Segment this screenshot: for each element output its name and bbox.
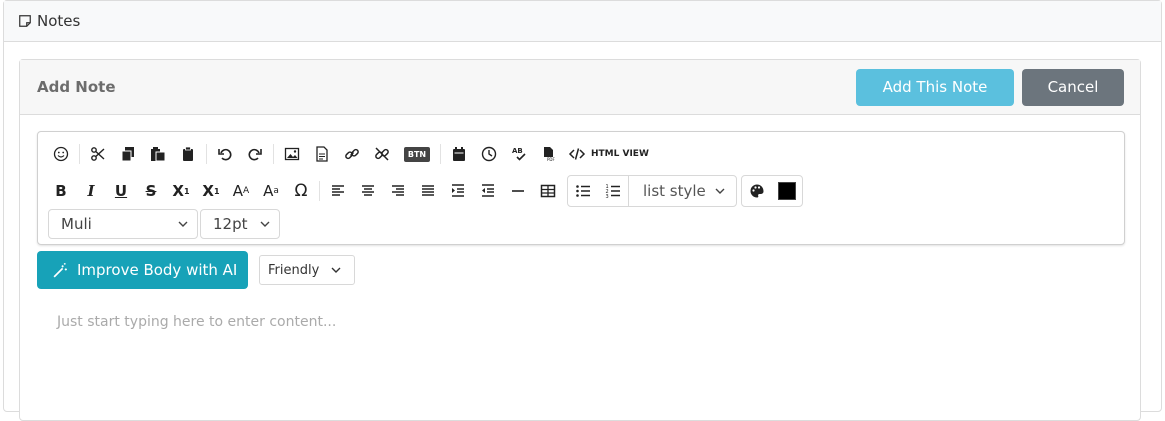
text-color-swatch[interactable] <box>777 182 796 200</box>
chevron-down-icon <box>260 221 270 227</box>
strikethrough-icon[interactable]: S <box>136 178 166 204</box>
color-group <box>740 175 803 207</box>
cancel-button[interactable]: Cancel <box>1022 68 1124 106</box>
image-icon[interactable] <box>277 141 307 167</box>
notes-panel: Notes Add Note Add This Note Cancel BTN … <box>3 0 1162 421</box>
add-note-header: Add Note Add This Note Cancel <box>20 60 1140 115</box>
html-view-label: HTML VIEW <box>591 149 649 159</box>
spellcheck-icon[interactable]: AB <box>504 141 534 167</box>
bold-icon[interactable]: B <box>46 178 76 204</box>
outdent-icon[interactable] <box>473 178 503 204</box>
chevron-down-icon <box>715 188 725 194</box>
align-center-icon[interactable] <box>353 178 383 204</box>
add-note-button[interactable]: Add This Note <box>856 68 1014 106</box>
svg-text:PDF: PDF <box>547 157 555 162</box>
cut-icon[interactable] <box>83 141 113 167</box>
notes-panel-header: Notes <box>4 1 1161 42</box>
notes-panel-title: Notes <box>37 12 81 30</box>
undo-icon[interactable] <box>210 141 240 167</box>
magic-wand-icon <box>53 262 67 277</box>
font-size-select[interactable]: 12pt <box>200 209 280 239</box>
paste-icon[interactable] <box>143 141 173 167</box>
palette-icon[interactable] <box>742 178 772 204</box>
horizontal-rule-icon[interactable] <box>503 178 533 204</box>
emoji-icon[interactable] <box>46 141 76 167</box>
indent-icon[interactable] <box>443 178 473 204</box>
list-group: 123 list style <box>567 175 737 207</box>
link-icon[interactable] <box>337 141 367 167</box>
subscript-icon[interactable]: X1 <box>196 178 226 204</box>
align-right-icon[interactable] <box>383 178 413 204</box>
italic-icon[interactable]: I <box>76 178 106 204</box>
calendar-icon[interactable] <box>444 141 474 167</box>
align-left-icon[interactable] <box>323 178 353 204</box>
special-char-icon[interactable]: Ω <box>286 178 316 204</box>
insert-button-icon[interactable]: BTN <box>397 141 437 167</box>
clock-icon[interactable] <box>474 141 504 167</box>
improve-body-ai-button[interactable]: Improve Body with AI <box>37 251 248 289</box>
tone-value: Friendly <box>268 262 320 278</box>
svg-text:3: 3 <box>606 194 609 199</box>
numbered-list-icon[interactable]: 123 <box>598 178 628 204</box>
svg-text:AB: AB <box>512 147 523 155</box>
font-family-select[interactable]: Muli <box>48 209 198 239</box>
note-icon <box>18 14 32 28</box>
font-size-value: 12pt <box>213 215 248 233</box>
toolbar-row-2: B I U S X1 X1 AA Aa Ω 123 list style <box>46 175 803 207</box>
html-view-button[interactable]: HTML VIEW <box>568 146 649 162</box>
pdf-icon[interactable]: PDF <box>534 141 564 167</box>
superscript-icon[interactable]: X1 <box>166 178 196 204</box>
lowercase-icon[interactable]: Aa <box>256 178 286 204</box>
unlink-icon[interactable] <box>367 141 397 167</box>
list-style-dropdown[interactable]: list style <box>628 176 736 206</box>
font-family-value: Muli <box>61 215 92 233</box>
table-icon[interactable] <box>533 178 563 204</box>
uppercase-icon[interactable]: AA <box>226 178 256 204</box>
underline-icon[interactable]: U <box>106 178 136 204</box>
improve-body-label: Improve Body with AI <box>77 261 238 279</box>
redo-icon[interactable] <box>240 141 270 167</box>
paste-text-icon[interactable] <box>173 141 203 167</box>
tone-dropdown[interactable]: Friendly <box>259 255 355 285</box>
file-icon[interactable] <box>307 141 337 167</box>
toolbar-row-1: BTN AB PDF HTML VIEW <box>46 141 649 167</box>
bullet-list-icon[interactable] <box>568 178 598 204</box>
align-justify-icon[interactable] <box>413 178 443 204</box>
copy-icon[interactable] <box>113 141 143 167</box>
rich-text-toolbar: BTN AB PDF HTML VIEW B I U S X1 X1 AA Aa… <box>37 131 1125 245</box>
code-icon <box>568 148 586 160</box>
add-note-title: Add Note <box>37 78 116 96</box>
chevron-down-icon <box>331 267 341 273</box>
content-editor[interactable]: Just start typing here to enter content.… <box>57 314 336 330</box>
chevron-down-icon <box>178 221 188 227</box>
toolbar-row-3: Muli 12pt <box>48 208 280 240</box>
list-style-label: list style <box>643 182 706 200</box>
